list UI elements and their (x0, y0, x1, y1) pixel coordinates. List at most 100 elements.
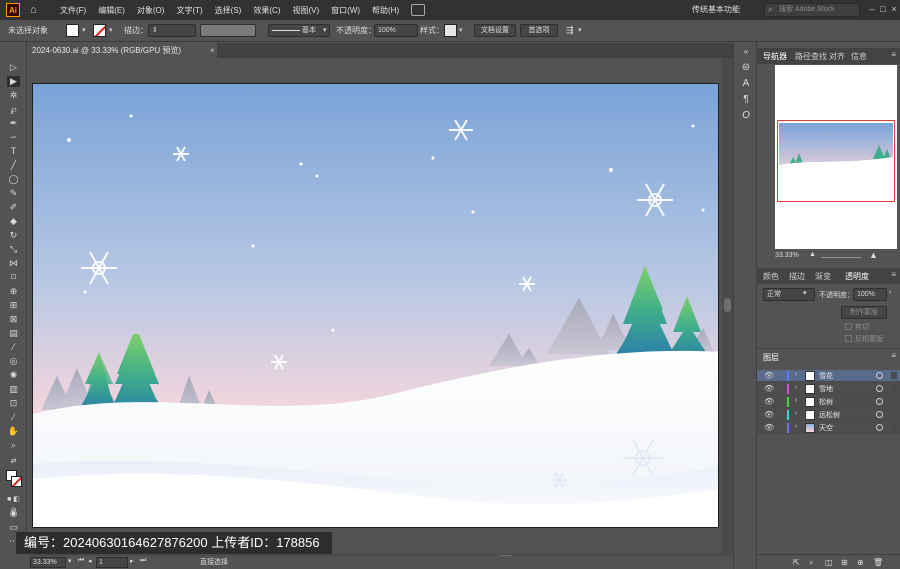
locate-object-icon[interactable]: ⌕ (809, 558, 813, 568)
line-tool-icon[interactable]: ╱ (7, 160, 20, 171)
brush-dropdown-icon[interactable]: ▾ (323, 26, 327, 34)
clip-checkbox[interactable] (845, 323, 852, 330)
fill-swatch[interactable] (66, 24, 79, 37)
layer-row[interactable]: 👁 › 远松树 (757, 409, 900, 421)
menu-view[interactable]: 视图(V) (292, 5, 319, 16)
vertical-scroll-thumb[interactable] (724, 298, 731, 312)
pen-tool-icon[interactable]: ✒ (7, 118, 20, 129)
tab-transparency[interactable]: 透明度 (845, 271, 869, 282)
target-circle-icon[interactable] (876, 385, 883, 392)
eraser-tool-icon[interactable]: ◆ (7, 216, 20, 227)
selection-square[interactable] (891, 398, 897, 405)
zoom-in-icon[interactable]: ▲ (869, 250, 878, 260)
swap-colors-icon[interactable]: ⇄ (7, 456, 20, 467)
graphic-style-swatch[interactable] (444, 24, 457, 37)
paintbrush-tool-icon[interactable]: ✎ (7, 188, 20, 199)
arrange-documents-icon[interactable] (411, 4, 426, 16)
curvature-tool-icon[interactable]: ∽ (7, 132, 20, 143)
shape-builder-tool-icon[interactable]: ⊕ (7, 286, 20, 297)
next-artboard-icon[interactable]: ▸ (130, 557, 134, 565)
target-circle-icon[interactable] (876, 424, 883, 431)
properties-icon[interactable]: ⊜ (740, 62, 752, 74)
symbol-sprayer-tool-icon[interactable]: ✺ (7, 370, 20, 381)
panel-opacity-arrow-icon[interactable]: › (889, 289, 891, 296)
document-setup-button[interactable]: 文档设置 (474, 24, 516, 37)
visibility-eye-icon[interactable]: 👁 (764, 423, 774, 432)
stock-search-input[interactable]: ⌕ 搜索 Adobe Stock (764, 3, 860, 17)
expand-arrow-icon[interactable]: › (795, 410, 797, 417)
width-tool-icon[interactable]: ⋈ (7, 258, 20, 269)
expand-arrow-icon[interactable]: › (795, 371, 797, 378)
target-circle-icon[interactable] (876, 372, 883, 379)
visibility-eye-icon[interactable]: 👁 (764, 371, 774, 380)
menu-select[interactable]: 选择(S) (215, 5, 242, 16)
first-artboard-icon[interactable]: ⏮ (78, 557, 84, 565)
mesh-tool-icon[interactable]: ⊠ (7, 314, 20, 325)
visibility-eye-icon[interactable]: 👁 (764, 384, 774, 393)
new-layer-icon[interactable]: ⊕ (857, 558, 864, 567)
opacity-input[interactable]: 100% (374, 24, 418, 37)
menu-edit[interactable]: 编辑(E) (98, 5, 125, 16)
layers-menu-icon[interactable]: ≡ (891, 351, 896, 360)
layer-name[interactable]: 远松树 (819, 410, 840, 420)
tab-pathfinder[interactable]: 路径查找 (795, 51, 827, 62)
artboard[interactable] (32, 83, 719, 528)
navigator-menu-icon[interactable]: ≡ (891, 50, 896, 59)
navigator-preview[interactable] (775, 65, 897, 249)
arrange-dropdown-icon[interactable]: ▾ (578, 26, 582, 34)
target-circle-icon[interactable] (876, 398, 883, 405)
selection-tool-icon[interactable]: ▷ (7, 62, 20, 73)
target-circle-icon[interactable] (876, 411, 883, 418)
prev-artboard-icon[interactable]: ◂ (88, 557, 92, 565)
eyedropper-tool-icon[interactable]: ⁄ (7, 342, 20, 353)
close-tab-icon[interactable]: × (210, 43, 215, 58)
navigator-view-box[interactable] (777, 120, 895, 202)
selection-square[interactable] (891, 411, 897, 418)
clipping-mask-icon[interactable]: ◫ (825, 558, 833, 567)
export-icon[interactable]: ⇱ (793, 558, 800, 567)
menu-file[interactable]: 文件(F) (60, 5, 86, 16)
direct-selection-tool-icon[interactable]: ▶ (7, 76, 20, 87)
menu-object[interactable]: 对象(O) (137, 5, 165, 16)
paragraph-icon[interactable]: ¶ (740, 94, 752, 106)
selection-square[interactable] (891, 385, 897, 392)
workspace-switcher[interactable]: 传统基本功能 (692, 4, 740, 15)
new-sublayer-icon[interactable]: ⊞ (841, 558, 848, 567)
column-graph-tool-icon[interactable]: ▥ (7, 384, 20, 395)
menu-type[interactable]: 文字(T) (176, 5, 202, 16)
draw-mode-icon[interactable]: ◉ (7, 508, 20, 519)
stroke-swatch[interactable] (93, 24, 106, 37)
opentype-icon[interactable]: O (740, 110, 752, 122)
invert-mask-checkbox[interactable] (845, 335, 852, 342)
lasso-tool-icon[interactable]: ℘ (7, 104, 20, 115)
blend-tool-icon[interactable]: ◎ (7, 356, 20, 367)
navigator-zoom-value[interactable]: 33.33% (775, 252, 799, 259)
visibility-eye-icon[interactable]: 👁 (764, 397, 774, 406)
style-dropdown-icon[interactable]: ▾ (459, 26, 463, 34)
blend-mode-dropdown-icon[interactable]: ▾ (803, 289, 807, 297)
panel-opacity-input[interactable]: 100% (853, 288, 887, 301)
tab-color[interactable]: 颜色 (763, 271, 779, 282)
magic-wand-tool-icon[interactable]: ✲ (7, 90, 20, 101)
arrange-icon[interactable]: ⇶ (566, 25, 574, 36)
layer-name[interactable]: 松树 (819, 397, 833, 407)
type-tool-icon[interactable]: T (7, 146, 20, 157)
hand-tool-icon[interactable]: ✋ (7, 426, 20, 437)
preferences-button[interactable]: 首选项 (520, 24, 558, 37)
layer-name[interactable]: 雪地 (819, 384, 833, 394)
zoom-out-icon[interactable]: ▲ (809, 251, 816, 258)
vertical-scrollbar[interactable] (722, 58, 733, 554)
gradient-tool-icon[interactable]: ▤ (7, 328, 20, 339)
variable-width-profile[interactable] (200, 24, 256, 37)
last-artboard-icon[interactable]: ⏭ (140, 557, 146, 565)
home-icon[interactable]: ⌂ (30, 4, 42, 16)
zoom-dropdown-icon[interactable]: ▾ (68, 557, 72, 565)
expand-arrow-icon[interactable]: › (795, 384, 797, 391)
expand-arrow-icon[interactable]: › (795, 397, 797, 404)
character-icon[interactable]: A (740, 78, 752, 90)
artboard-tool-icon[interactable]: ⊡ (7, 398, 20, 409)
layer-row[interactable]: 👁 › 天空 (757, 422, 900, 434)
blob-brush-tool-icon[interactable]: ✐ (7, 202, 20, 213)
selection-square[interactable] (891, 372, 897, 379)
menu-window[interactable]: 窗口(W) (331, 5, 360, 16)
